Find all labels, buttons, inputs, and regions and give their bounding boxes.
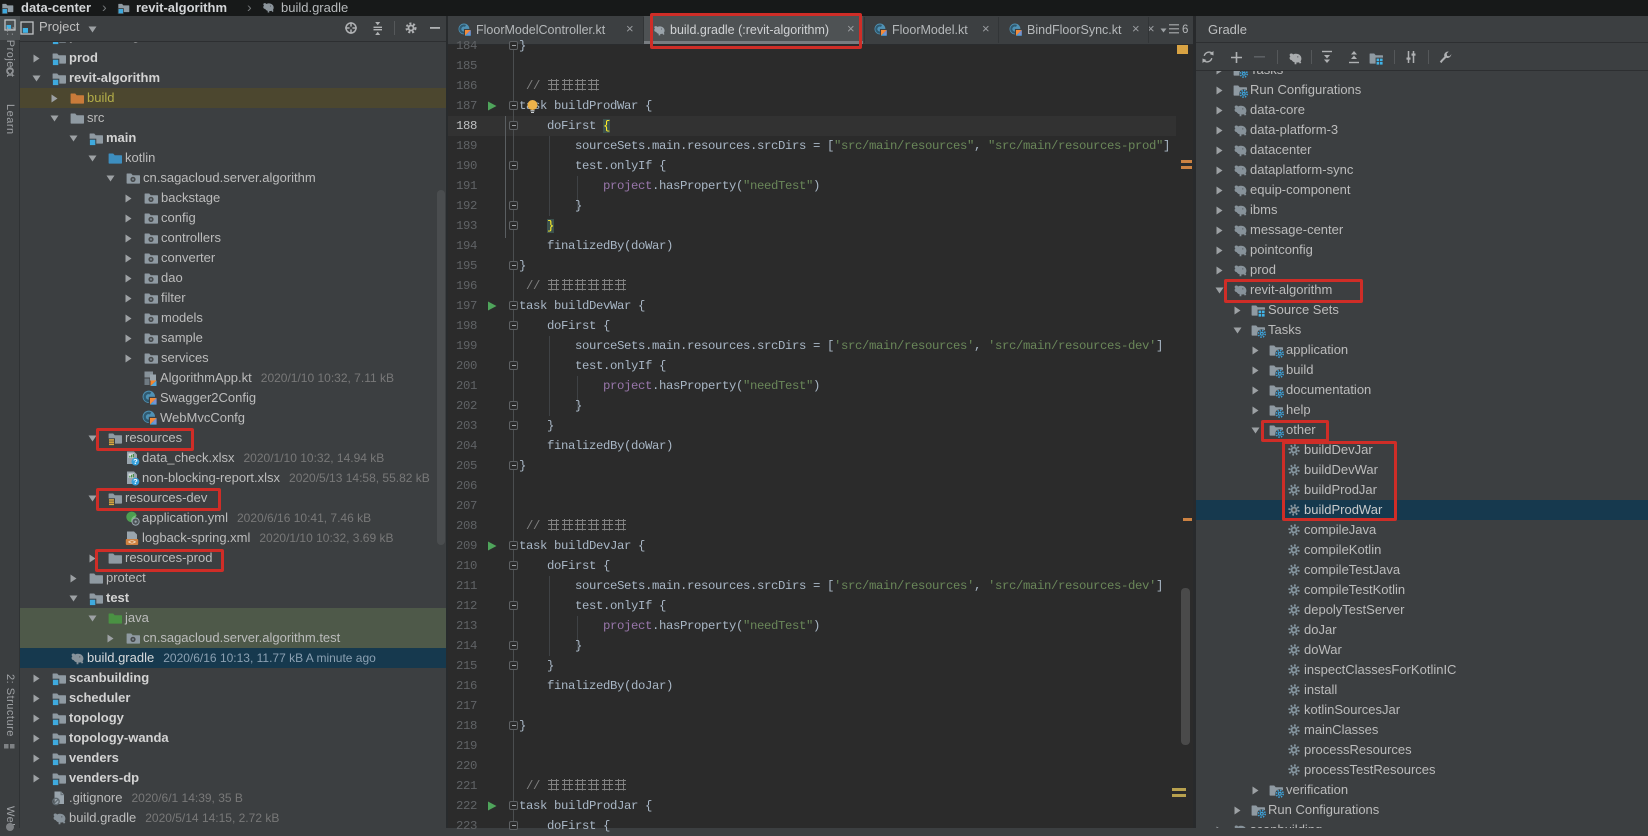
svg-text:<>: <> <box>128 539 136 546</box>
svg-text:?: ? <box>133 457 138 466</box>
svg-text:?: ? <box>133 477 138 486</box>
